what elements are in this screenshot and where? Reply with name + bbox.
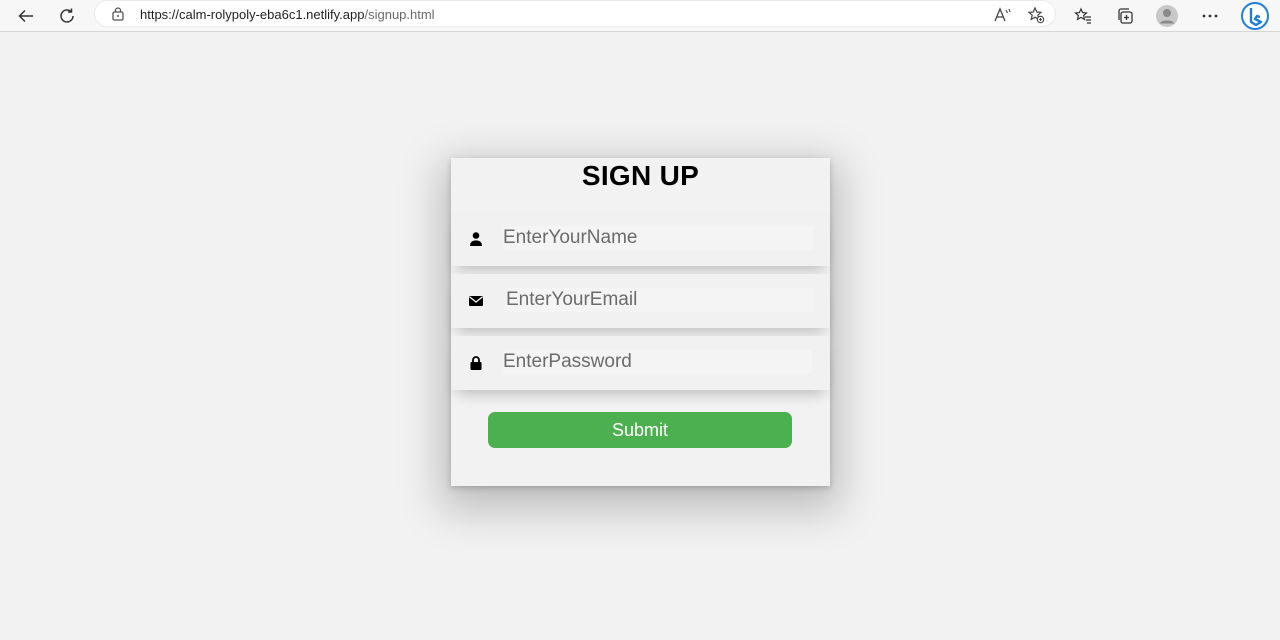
- read-aloud-icon: [994, 7, 1011, 22]
- email-row: [451, 274, 830, 328]
- padlock-icon: [470, 356, 482, 370]
- bing-icon: [1241, 2, 1269, 30]
- email-input[interactable]: [506, 288, 814, 312]
- envelope-icon: [469, 296, 483, 306]
- favorites-icon: [1074, 7, 1091, 24]
- signup-card: SIGN UP Submit: [451, 158, 830, 486]
- lock-icon[interactable]: [111, 6, 125, 22]
- password-input[interactable]: [503, 350, 812, 374]
- profile-icon: [1156, 5, 1178, 27]
- url-host: https://calm-rolypoly-eba6c1.netlify.app: [140, 7, 365, 22]
- refresh-icon: [60, 8, 74, 23]
- url-text: https://calm-rolypoly-eba6c1.netlify.app…: [140, 7, 435, 22]
- name-input[interactable]: [503, 226, 813, 250]
- add-favorite-icon: [1027, 6, 1045, 24]
- refresh-button[interactable]: [53, 2, 81, 30]
- favorites-button[interactable]: [1069, 2, 1097, 30]
- user-icon: [470, 232, 482, 246]
- form-title: SIGN UP: [581, 160, 700, 191]
- url-path: /signup.html: [364, 7, 435, 22]
- password-row: [451, 336, 830, 390]
- submit-button[interactable]: Submit: [488, 412, 792, 448]
- more-icon: [1202, 14, 1218, 18]
- collections-button[interactable]: [1111, 2, 1139, 30]
- add-favorite-button[interactable]: [1025, 4, 1047, 26]
- browser-toolbar: https://calm-rolypoly-eba6c1.netlify.app…: [0, 0, 1280, 32]
- back-icon: [18, 9, 33, 23]
- back-button[interactable]: [12, 2, 40, 30]
- collections-icon: [1118, 8, 1133, 24]
- name-row: [451, 212, 830, 266]
- profile-button[interactable]: [1153, 2, 1181, 30]
- address-bar[interactable]: https://calm-rolypoly-eba6c1.netlify.app…: [94, 0, 1056, 27]
- more-button[interactable]: [1196, 2, 1224, 30]
- read-aloud-button[interactable]: [992, 4, 1014, 26]
- bing-button[interactable]: [1239, 0, 1271, 32]
